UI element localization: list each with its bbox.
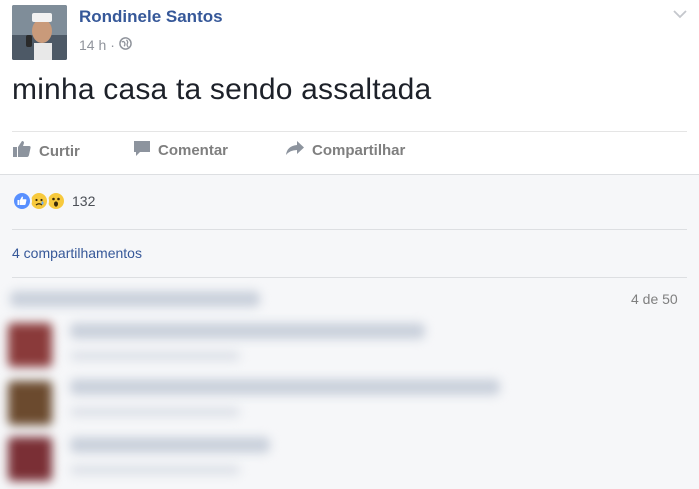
share-arrow-icon — [285, 140, 305, 160]
like-reaction-icon — [12, 191, 32, 211]
sad-reaction-icon — [29, 191, 49, 211]
post-meta: 14 h · — [79, 37, 132, 53]
comment-icon — [133, 140, 151, 161]
blurred-comment-actions[interactable] — [70, 407, 240, 417]
divider — [12, 131, 687, 132]
blurred-comment-text — [70, 323, 425, 339]
share-label: Compartilhar — [312, 141, 406, 159]
meta-separator: · — [110, 37, 115, 53]
reactions-summary[interactable]: 132 — [12, 191, 95, 211]
divider — [12, 277, 687, 278]
shares-link[interactable]: 4 compartilhamentos — [12, 245, 142, 261]
share-button[interactable]: Compartilhar — [285, 140, 405, 160]
blurred-comment-text — [70, 437, 270, 453]
chevron-down-icon[interactable] — [672, 6, 688, 22]
like-label: Curtir — [39, 142, 80, 160]
like-button[interactable]: Curtir — [12, 140, 80, 162]
comment-avatar[interactable] — [8, 437, 52, 481]
author-name[interactable]: Rondinele Santos — [79, 7, 223, 27]
wow-reaction-icon — [46, 191, 66, 211]
post-card: Rondinele Santos 14 h · minha casa ta se… — [0, 0, 699, 174]
feedback-section: 132 4 compartilhamentos 4 de 50 — [0, 174, 699, 489]
comment-avatar[interactable] — [8, 323, 52, 367]
globe-icon — [119, 37, 132, 53]
reaction-count: 132 — [72, 193, 96, 209]
blurred-previous-comments-link[interactable] — [10, 291, 260, 307]
comment-label: Comentar — [158, 142, 229, 159]
comments-pager[interactable]: 4 de 50 — [631, 291, 678, 307]
comment-avatar[interactable] — [8, 381, 52, 425]
author-avatar[interactable] — [12, 5, 67, 60]
comment-button[interactable]: Comentar — [133, 140, 228, 161]
blurred-comment-text — [70, 379, 500, 395]
thumbs-up-icon — [12, 140, 32, 162]
blurred-comment-actions[interactable] — [70, 465, 240, 475]
post-timestamp[interactable]: 14 h — [79, 37, 106, 53]
divider — [12, 229, 687, 230]
blurred-comment-actions[interactable] — [70, 351, 240, 361]
post-text: minha casa ta sendo assaltada — [12, 73, 432, 106]
